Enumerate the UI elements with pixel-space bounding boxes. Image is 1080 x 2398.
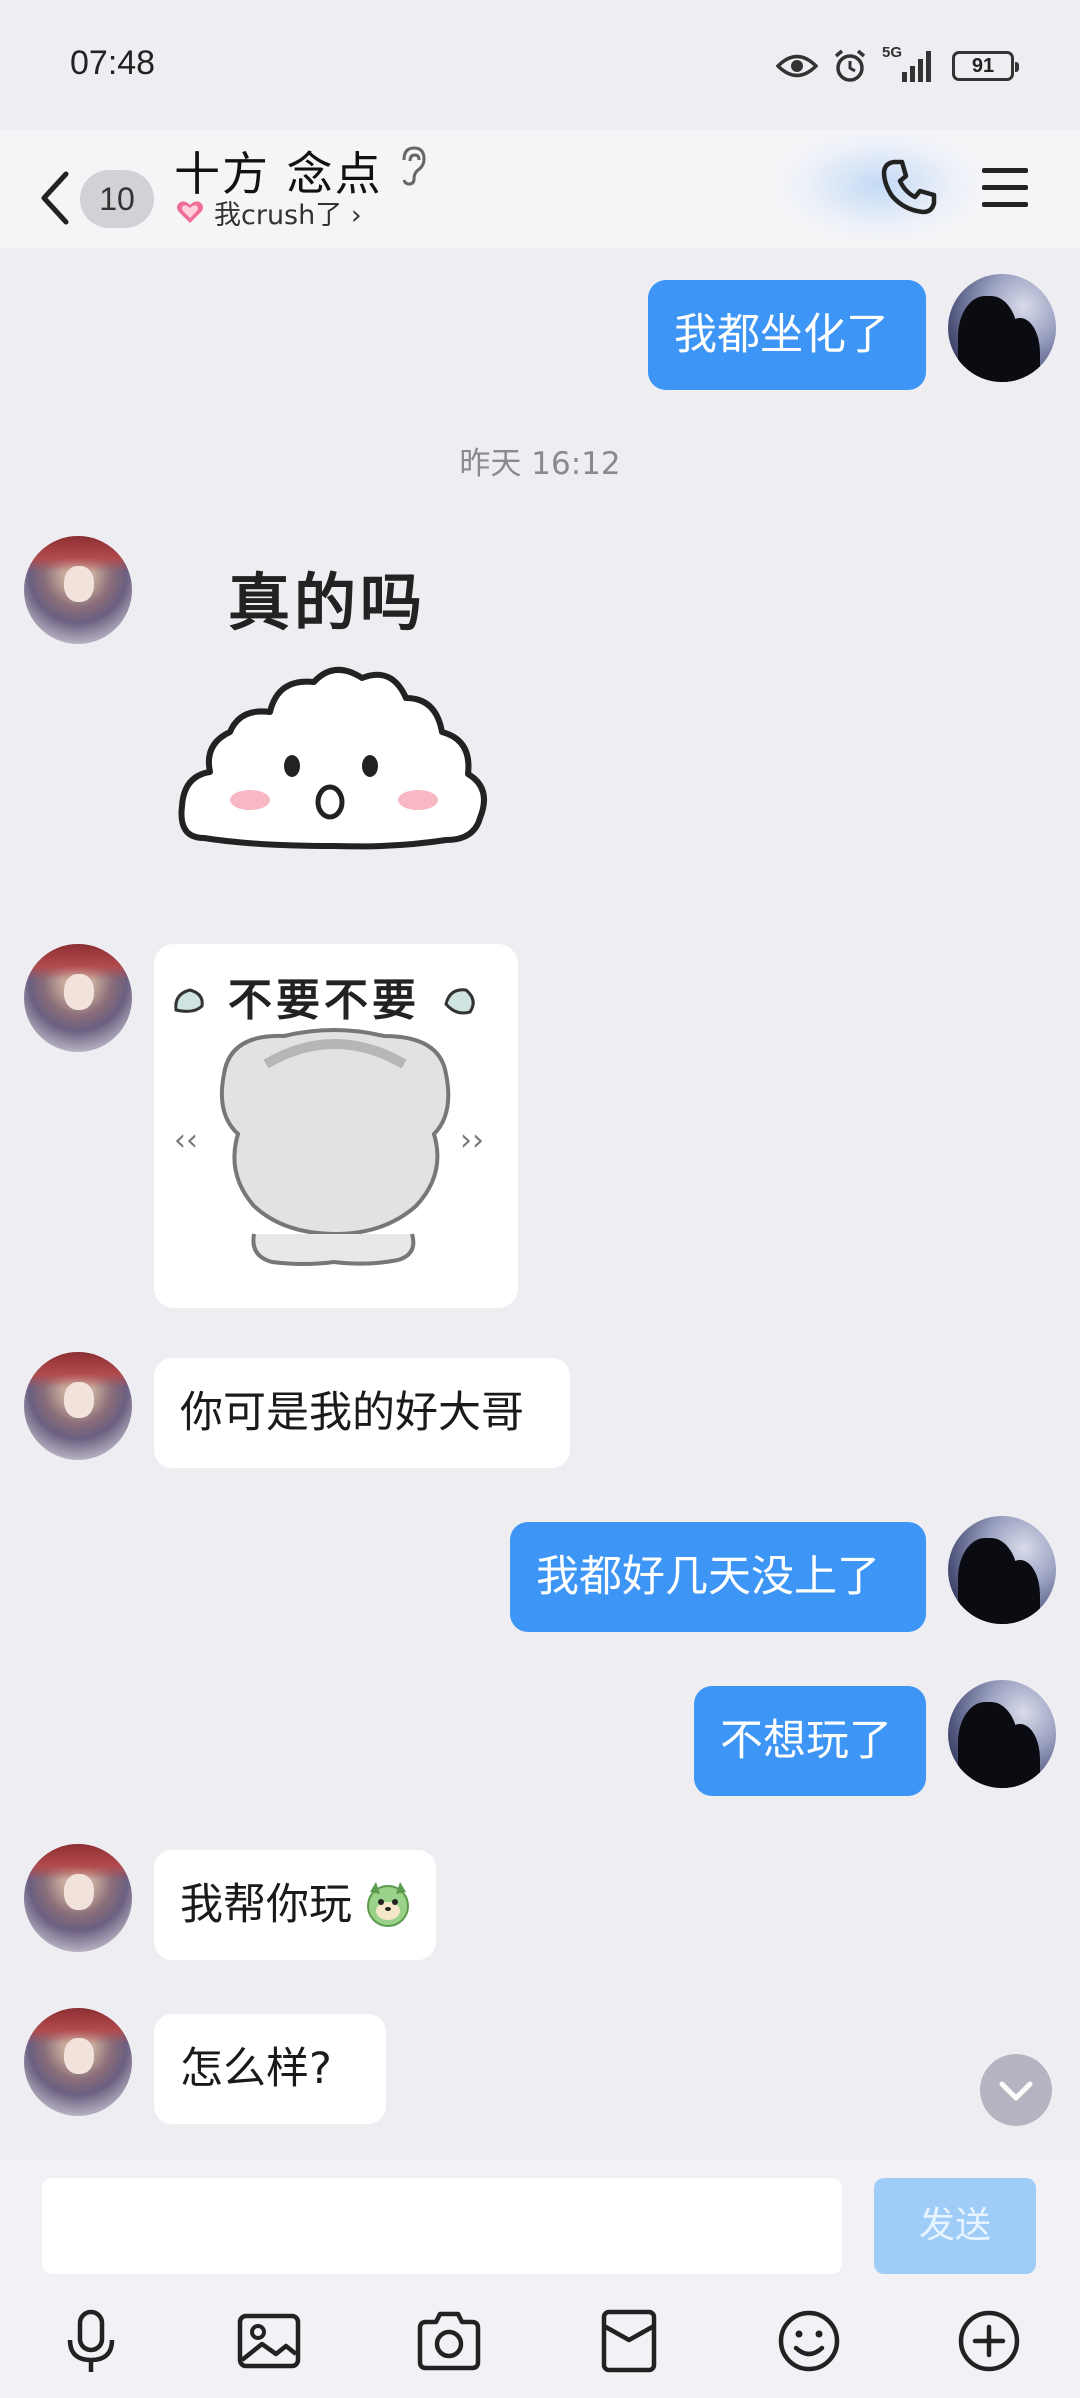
message-bubble-other[interactable]: 我帮你玩	[154, 1850, 436, 1960]
phone-call-button[interactable]	[876, 154, 942, 220]
avatar-other[interactable]	[24, 2008, 132, 2116]
battery-indicator: 91	[952, 51, 1019, 81]
sticker-message[interactable]: 真的吗	[164, 548, 504, 878]
heart-icon	[177, 201, 203, 223]
red-packet-icon[interactable]	[594, 2306, 664, 2376]
sticker-caption: 真的吗	[228, 566, 427, 639]
crush-status-link[interactable]: 我crush了 ›	[176, 192, 362, 232]
signal-indicator: 5G	[882, 44, 938, 84]
message-bubble-self[interactable]: 不想玩了	[694, 1686, 926, 1796]
add-icon[interactable]	[954, 2306, 1024, 2376]
avatar-self[interactable]	[948, 274, 1056, 382]
image-icon[interactable]	[234, 2306, 304, 2376]
message-bubble-self[interactable]: 我都坐化了	[648, 280, 926, 390]
status-bar: 07:48 5G 91	[0, 0, 1080, 130]
sticker-message[interactable]: 不要不要 ‹‹ ››	[154, 944, 518, 1308]
status-time: 07:48	[70, 44, 156, 82]
eye-icon	[776, 54, 818, 78]
avatar-self[interactable]	[948, 1516, 1056, 1624]
avatar-other[interactable]	[24, 1352, 132, 1460]
alarm-icon	[834, 49, 866, 82]
signal-bars-icon	[902, 51, 931, 82]
message-bubble-self[interactable]: 我都好几天没上了	[510, 1522, 926, 1632]
chat-header: 10 十方 念点 我crush了 ›	[0, 130, 1080, 248]
message-input[interactable]	[42, 2178, 842, 2274]
chevron-down-icon	[999, 2081, 1033, 2101]
camera-icon[interactable]	[414, 2306, 484, 2376]
avatar-other[interactable]	[24, 536, 132, 644]
scroll-to-bottom-button[interactable]	[980, 2054, 1052, 2126]
avatar-other[interactable]	[24, 1844, 132, 1952]
dog-emoji-icon	[367, 1882, 409, 1927]
avatar-other[interactable]	[24, 944, 132, 1052]
chat-toolbar	[0, 2280, 1080, 2398]
input-bar: 发送	[0, 2160, 1080, 2280]
message-text: 我帮你玩	[180, 1880, 352, 1930]
svg-text:‹‹: ‹‹	[174, 1123, 198, 1158]
back-button[interactable]: 10	[30, 148, 160, 238]
status-icons: 5G 91	[776, 44, 1019, 88]
unread-count-badge: 10	[80, 170, 154, 228]
chevron-left-icon	[41, 171, 69, 225]
message-timestamp: 昨天 16:12	[459, 446, 621, 482]
microphone-icon[interactable]	[56, 2306, 126, 2376]
hamster-sticker: ‹‹ ››	[174, 988, 484, 1266]
message-bubble-other[interactable]: 你可是我的好大哥	[154, 1358, 570, 1468]
menu-button[interactable]	[972, 154, 1038, 220]
send-button[interactable]: 发送	[874, 2178, 1036, 2274]
crush-status-text: 我crush了 ›	[214, 199, 362, 231]
avatar-self[interactable]	[948, 1680, 1056, 1788]
message-bubble-other[interactable]: 怎么样?	[154, 2014, 386, 2124]
ear-icon	[402, 146, 426, 186]
svg-text:››: ››	[460, 1123, 484, 1158]
emoji-icon[interactable]	[774, 2306, 844, 2376]
cloud-face-sticker	[178, 667, 487, 850]
